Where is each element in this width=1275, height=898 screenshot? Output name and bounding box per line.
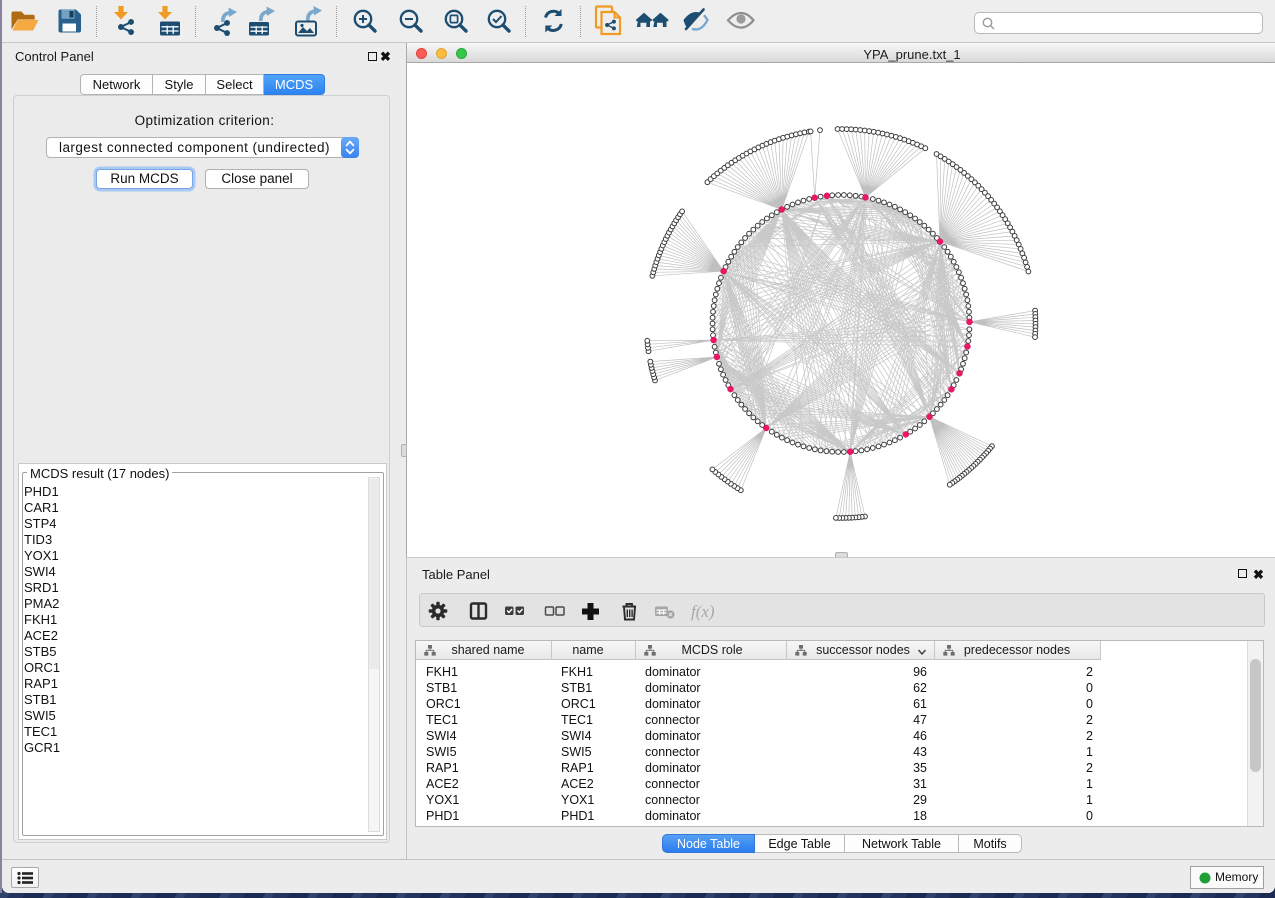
svg-text:f(x): f(x): [691, 602, 715, 621]
